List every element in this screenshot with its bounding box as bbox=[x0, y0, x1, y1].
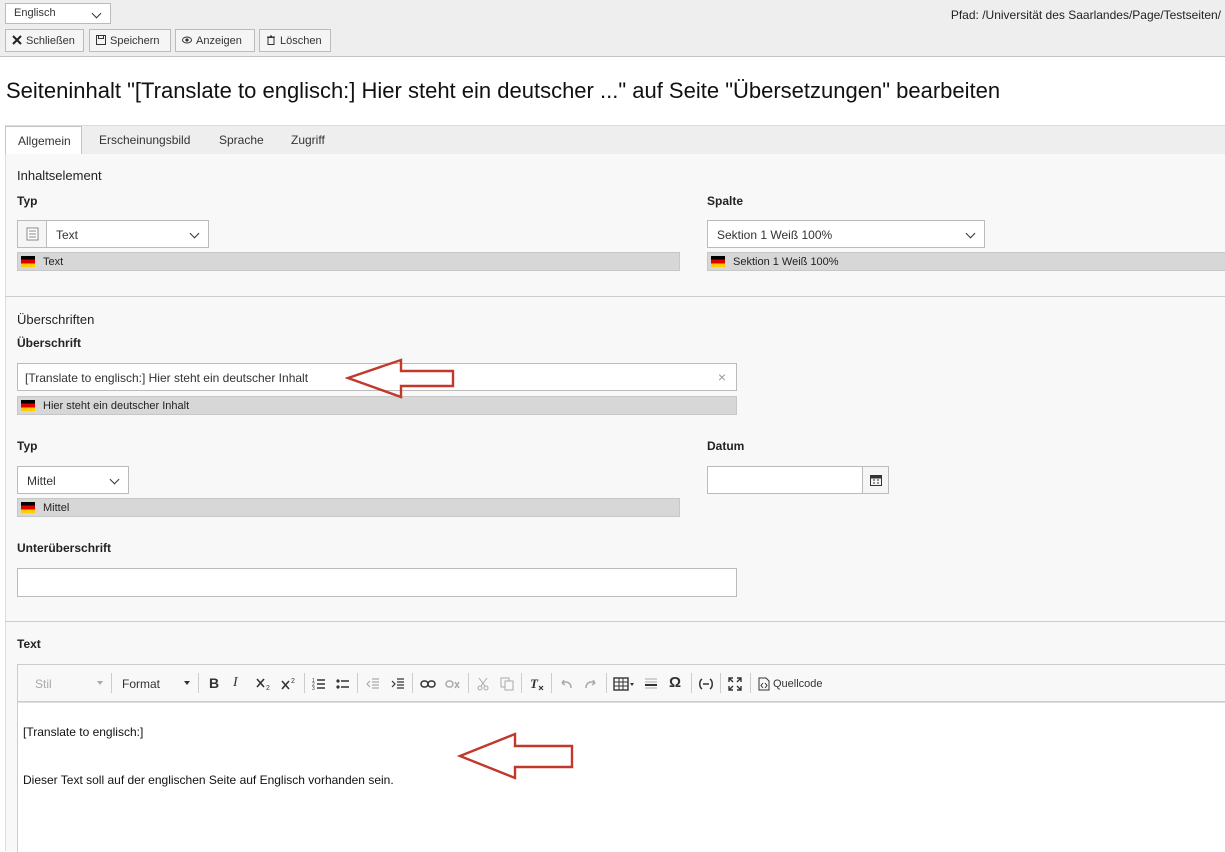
german-flag-icon bbox=[21, 400, 35, 411]
delete-button[interactable]: Löschen bbox=[259, 29, 331, 52]
chevron-down-icon bbox=[189, 228, 200, 239]
toolbar-separator bbox=[521, 673, 522, 693]
toolbar-separator bbox=[750, 673, 751, 693]
heading-type-value: Mittel bbox=[27, 474, 56, 488]
chevron-down-icon bbox=[965, 228, 976, 239]
svg-text:2: 2 bbox=[291, 678, 295, 685]
horizontal-line-icon[interactable] bbox=[644, 676, 658, 692]
eye-icon bbox=[182, 36, 192, 44]
type-original-value: Text bbox=[17, 252, 680, 271]
page-title: Seiteninhalt "[Translate to englisch:] H… bbox=[6, 78, 1001, 103]
format-dropdown-arrow-icon bbox=[184, 681, 190, 685]
column-select[interactable]: Sektion 1 Weiß 100% bbox=[707, 220, 985, 248]
column-original-value: Sektion 1 Weiß 100% bbox=[707, 252, 1225, 271]
redo-icon[interactable] bbox=[584, 678, 598, 690]
toolbar-separator bbox=[468, 673, 469, 693]
tab-erscheinungsbild[interactable]: Erscheinungsbild bbox=[87, 126, 200, 154]
chevron-down-icon bbox=[91, 8, 102, 19]
table-icon[interactable] bbox=[613, 677, 635, 691]
editor-line: [Translate to englisch:] bbox=[23, 725, 144, 739]
german-flag-icon bbox=[711, 256, 725, 267]
view-button[interactable]: Anzeigen bbox=[175, 29, 255, 52]
chevron-down-icon bbox=[109, 474, 120, 485]
rte-toolbar: Stil Format B I 2 2 123 T Ω Quellcode bbox=[17, 664, 1225, 702]
soft-hyphen-icon[interactable] bbox=[698, 678, 714, 690]
numbered-list-icon[interactable]: 123 bbox=[312, 677, 326, 691]
subscript-icon[interactable]: 2 bbox=[256, 677, 272, 691]
german-flag-icon bbox=[21, 502, 35, 513]
source-code-icon bbox=[758, 677, 770, 691]
date-input[interactable] bbox=[707, 466, 863, 494]
unlink-icon[interactable] bbox=[445, 678, 461, 690]
tab-bar: Allgemein Erscheinungsbild Sprache Zugri… bbox=[5, 125, 1225, 155]
type-select-value: Text bbox=[56, 228, 79, 242]
special-character-button[interactable]: Ω bbox=[669, 674, 681, 691]
format-dropdown[interactable]: Format bbox=[122, 677, 160, 691]
trash-icon bbox=[267, 35, 275, 45]
text-label: Text bbox=[17, 637, 41, 651]
top-toolbar: Englisch Pfad: /Universität des Saarland… bbox=[0, 0, 1225, 57]
source-code-button[interactable]: Quellcode bbox=[773, 678, 823, 690]
heading-type-original-value: Mittel bbox=[17, 498, 680, 517]
toolbar-separator bbox=[198, 673, 199, 693]
rich-text-editor[interactable]: [Translate to englisch:] Dieser Text sol… bbox=[17, 702, 1225, 852]
section-title-headings: Überschriften bbox=[17, 312, 95, 327]
undo-icon[interactable] bbox=[559, 678, 573, 690]
toolbar-separator bbox=[111, 673, 112, 693]
cut-icon[interactable] bbox=[476, 677, 490, 691]
type-select[interactable]: Text bbox=[17, 220, 209, 248]
annotation-arrow-icon bbox=[457, 732, 574, 780]
tab-sprache[interactable]: Sprache bbox=[207, 126, 274, 154]
close-icon bbox=[12, 35, 22, 45]
toolbar-separator bbox=[551, 673, 552, 693]
section-title-content-element: Inhaltselement bbox=[17, 168, 102, 183]
column-select-value: Sektion 1 Weiß 100% bbox=[717, 228, 833, 242]
heading-input-value: [Translate to englisch:] Hier steht ein … bbox=[25, 371, 309, 385]
toolbar-separator bbox=[357, 673, 358, 693]
calendar-icon bbox=[870, 475, 882, 486]
german-flag-icon bbox=[21, 256, 35, 267]
outdent-icon[interactable] bbox=[366, 677, 380, 691]
remove-format-icon[interactable]: T bbox=[529, 676, 545, 692]
annotation-arrow-icon bbox=[345, 358, 455, 399]
svg-text:T: T bbox=[530, 676, 539, 691]
style-dropdown[interactable]: Stil bbox=[35, 677, 52, 691]
type-label: Typ bbox=[17, 194, 38, 208]
toolbar-separator bbox=[691, 673, 692, 693]
calendar-button[interactable] bbox=[862, 466, 889, 494]
breadcrumb-path: Pfad: /Universität des Saarlandes/Page/T… bbox=[950, 8, 1221, 22]
text-content-icon bbox=[18, 221, 47, 247]
language-select[interactable]: Englisch bbox=[5, 3, 111, 24]
close-button[interactable]: Schließen bbox=[5, 29, 84, 52]
style-dropdown-arrow-icon bbox=[97, 681, 103, 685]
toolbar-separator bbox=[304, 673, 305, 693]
heading-label: Überschrift bbox=[17, 336, 82, 350]
copy-icon[interactable] bbox=[500, 677, 514, 691]
heading-type-select[interactable]: Mittel bbox=[17, 466, 129, 494]
tab-allgemein[interactable]: Allgemein bbox=[5, 126, 82, 155]
toolbar-separator bbox=[412, 673, 413, 693]
subheading-input[interactable] bbox=[17, 568, 737, 597]
italic-button[interactable]: I bbox=[233, 675, 238, 691]
indent-icon[interactable] bbox=[391, 677, 405, 691]
tab-zugriff[interactable]: Zugriff bbox=[279, 126, 335, 154]
save-button[interactable]: Speichern bbox=[89, 29, 171, 52]
save-icon bbox=[96, 35, 106, 45]
clear-icon[interactable]: × bbox=[718, 369, 726, 385]
toolbar-separator bbox=[720, 673, 721, 693]
superscript-icon[interactable]: 2 bbox=[281, 677, 297, 691]
column-label: Spalte bbox=[707, 194, 744, 208]
svg-text:3: 3 bbox=[312, 686, 315, 691]
bold-button[interactable]: B bbox=[209, 675, 219, 691]
svg-text:2: 2 bbox=[266, 685, 270, 691]
editor-line: Dieser Text soll auf der englischen Seit… bbox=[23, 773, 394, 787]
language-select-value: Englisch bbox=[14, 7, 56, 19]
date-label: Datum bbox=[707, 439, 745, 453]
link-icon[interactable] bbox=[420, 678, 436, 690]
subheading-label: Unterüberschrift bbox=[17, 541, 112, 555]
maximize-icon[interactable] bbox=[728, 677, 742, 691]
toolbar-separator bbox=[606, 673, 607, 693]
heading-type-label: Typ bbox=[17, 439, 38, 453]
bullet-list-icon[interactable] bbox=[336, 677, 350, 691]
